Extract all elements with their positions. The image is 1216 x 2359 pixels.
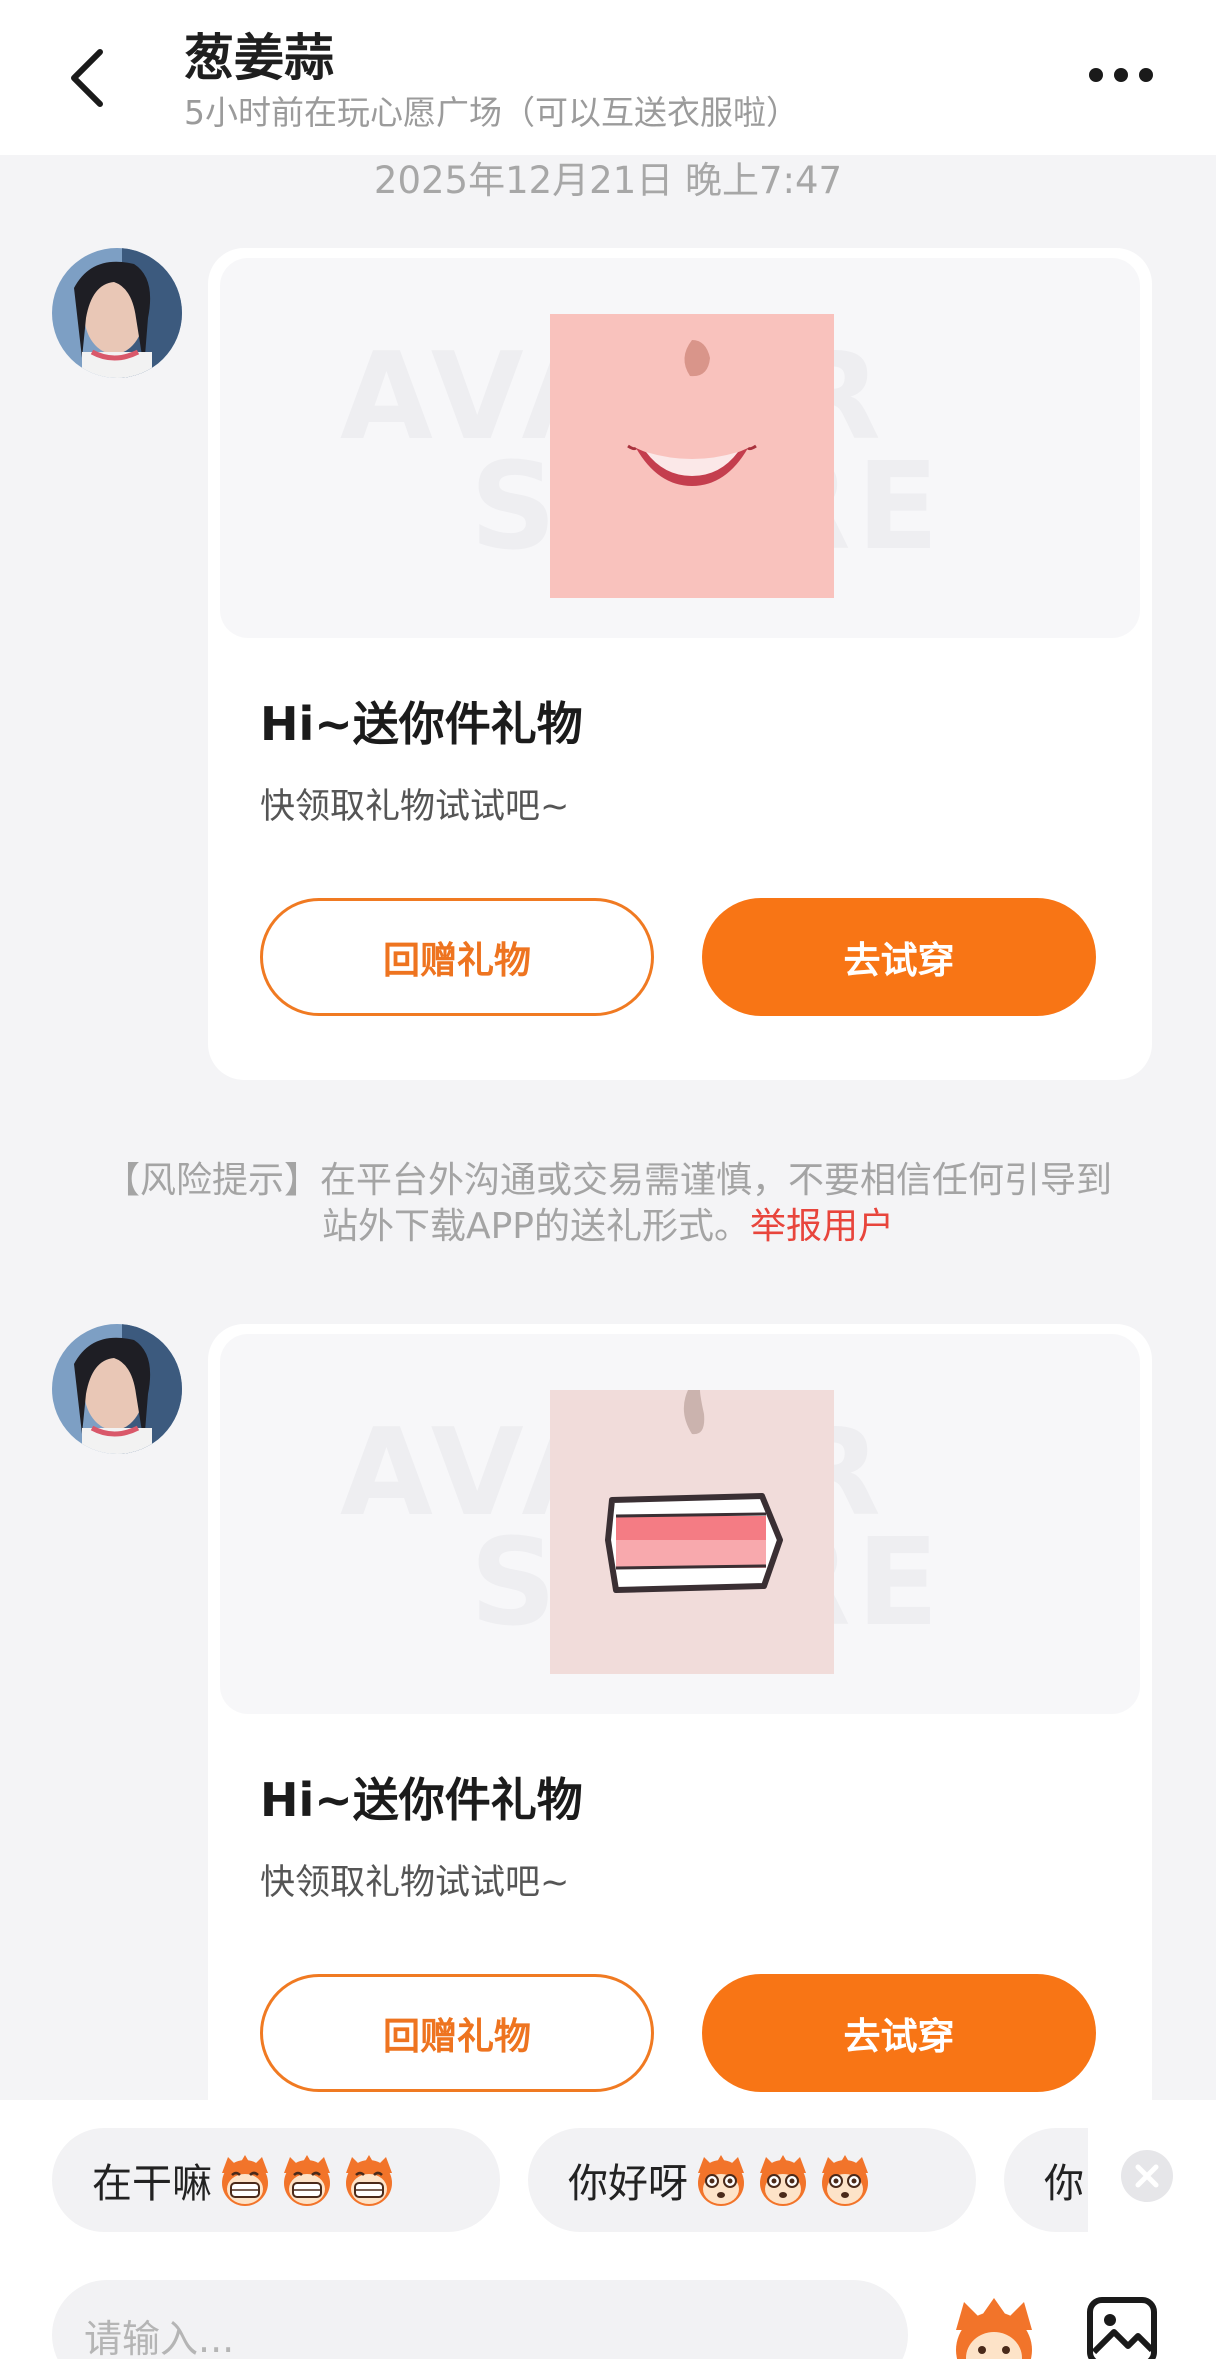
gift-message-card: AVATAR STORE Hi~送你件礼物 快领取礼物试试吧~ 回赠礼物 去试穿 bbox=[208, 248, 1152, 1080]
back-arrow-icon bbox=[71, 49, 103, 107]
grin-monkey-emoji bbox=[222, 2155, 268, 2206]
contact-status: 5小时前在玩心愿广场（可以互送衣服啦） bbox=[184, 93, 799, 132]
gift-preview-area: AVATAR STORE bbox=[220, 1334, 1140, 1714]
mascot-icon bbox=[956, 2298, 1032, 2359]
quick-reply-chip[interactable]: 你好呀 bbox=[528, 2128, 976, 2232]
image-icon bbox=[1087, 2297, 1157, 2359]
surprised-monkey-emoji bbox=[698, 2155, 744, 2206]
quick-reply-text: 你 bbox=[1044, 2161, 1084, 2207]
more-dots-icon bbox=[1089, 68, 1153, 82]
close-quick-replies-button[interactable] bbox=[1121, 2150, 1173, 2202]
quick-reply-chip[interactable]: 你 bbox=[1004, 2128, 1088, 2232]
chat-page: 葱姜蒜 5小时前在玩心愿广场（可以互送衣服啦） 2025年12月21日 晚上7:… bbox=[0, 0, 1216, 2359]
gift-description: 快领取礼物试试吧~ bbox=[260, 1863, 570, 1903]
avatar-photo bbox=[52, 1324, 182, 1454]
message-input[interactable]: 请输入... bbox=[52, 2280, 908, 2359]
gift-message-card: AVATAR STORE Hi~送你件礼物 快领取礼物试试吧~ 回赠礼物 去试穿 bbox=[208, 1324, 1152, 2156]
message-timestamp: 2025年12月21日 晚上7:47 bbox=[373, 159, 843, 202]
gift-title: Hi~送你件礼物 bbox=[260, 1773, 583, 1827]
gift-preview-area: AVATAR STORE bbox=[220, 258, 1140, 638]
sender-avatar[interactable] bbox=[52, 1324, 182, 1454]
surprised-monkey-emoji bbox=[822, 2155, 868, 2206]
gift-item-image[interactable] bbox=[550, 314, 834, 598]
contact-name: 葱姜蒜 bbox=[184, 29, 334, 87]
chat-header: 葱姜蒜 5小时前在玩心愿广场（可以互送衣服啦） bbox=[0, 0, 1216, 155]
quick-reply-text: 在干嘛 bbox=[92, 2161, 212, 2207]
quick-reply-text: 你好呀 bbox=[568, 2161, 688, 2207]
try-on-button[interactable]: 去试穿 bbox=[702, 898, 1096, 1016]
close-icon bbox=[1135, 2164, 1159, 2188]
report-user-link[interactable]: 举报用户 bbox=[750, 1206, 894, 1247]
more-button[interactable] bbox=[1086, 50, 1156, 100]
risk-notice-text: 【风险提示】在平台外沟通或交易需谨慎，不要相信任何引导到站外下载APP的送礼形式… bbox=[103, 1160, 1112, 1247]
back-button[interactable] bbox=[60, 40, 120, 110]
return-gift-button[interactable]: 回赠礼物 bbox=[260, 898, 654, 1016]
mascot-emoji-button[interactable] bbox=[944, 2290, 1044, 2359]
return-gift-button[interactable]: 回赠礼物 bbox=[260, 1974, 654, 2092]
input-placeholder: 请输入... bbox=[84, 2316, 235, 2359]
surprised-monkey-emoji bbox=[760, 2155, 806, 2206]
risk-notice: 【风险提示】在平台外沟通或交易需谨慎，不要相信任何引导到站外下载APP的送礼形式… bbox=[100, 1158, 1116, 1250]
quick-reply-chip[interactable]: 在干嘛 bbox=[52, 2128, 500, 2232]
try-on-button[interactable]: 去试穿 bbox=[702, 1974, 1096, 2092]
sender-avatar[interactable] bbox=[52, 248, 182, 378]
gift-item-image[interactable] bbox=[550, 1390, 834, 1674]
gift-description: 快领取礼物试试吧~ bbox=[260, 787, 570, 827]
gift-title: Hi~送你件礼物 bbox=[260, 697, 583, 751]
send-image-button[interactable] bbox=[1086, 2296, 1158, 2359]
grin-monkey-emoji bbox=[346, 2155, 392, 2206]
avatar-photo bbox=[52, 248, 182, 378]
bottom-input-bar: 在干嘛 你好呀 你 请输入... bbox=[0, 2100, 1216, 2359]
grin-monkey-emoji bbox=[284, 2155, 330, 2206]
